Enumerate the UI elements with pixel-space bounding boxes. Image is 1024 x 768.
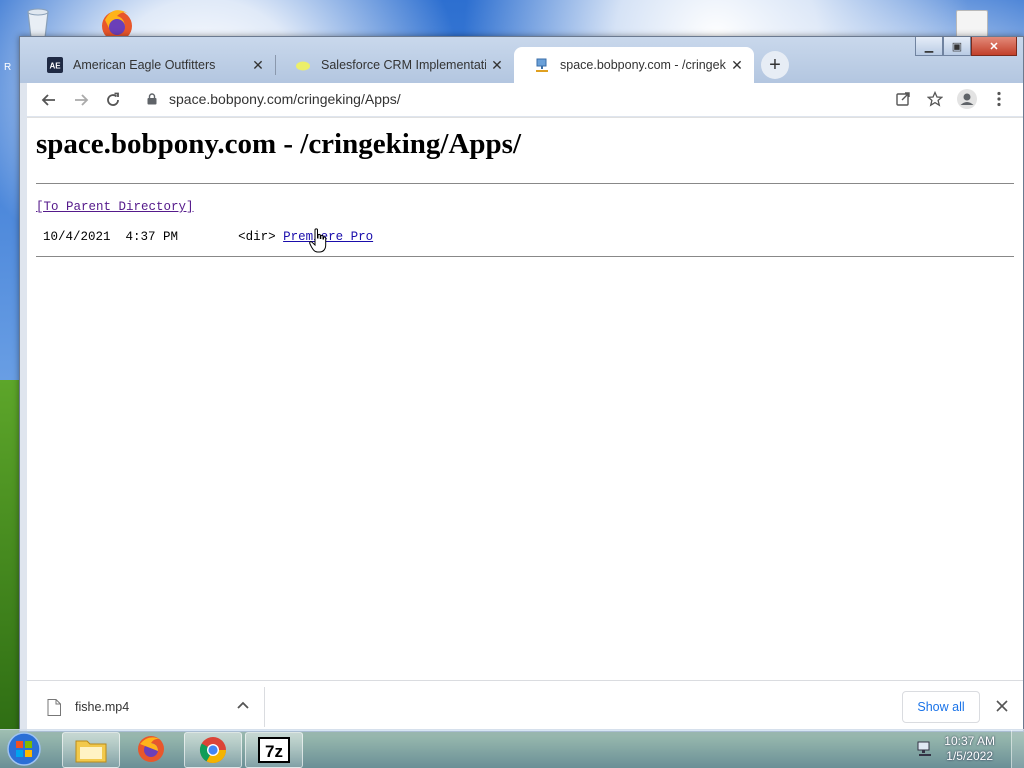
file-icon bbox=[47, 698, 61, 716]
entry-date: 10/4/2021 bbox=[43, 230, 111, 244]
seven-zip-icon: 7z bbox=[258, 737, 290, 763]
entry-time: 4:37 PM bbox=[125, 230, 179, 244]
bookmark-button[interactable] bbox=[919, 85, 951, 113]
tab-strip: AE American Eagle Outfitters ✕ Salesforc… bbox=[27, 43, 1023, 83]
share-button[interactable] bbox=[887, 85, 919, 113]
reload-button[interactable] bbox=[97, 86, 129, 114]
toolbar-actions bbox=[887, 85, 1015, 113]
tab-bobpony[interactable]: space.bobpony.com - /cringeking/Apps/ ✕ bbox=[514, 47, 754, 83]
parent-directory-link[interactable]: [To Parent Directory] bbox=[36, 200, 194, 214]
clock-time: 10:37 AM bbox=[944, 734, 995, 748]
salesforce-favicon-icon bbox=[296, 61, 310, 71]
taskbar-firefox[interactable] bbox=[123, 732, 179, 766]
svg-text:AE: AE bbox=[49, 62, 61, 71]
share-icon bbox=[896, 92, 910, 106]
close-icon bbox=[996, 700, 1008, 712]
star-icon bbox=[927, 91, 943, 107]
clock[interactable]: 10:37 AM 1/5/2022 bbox=[944, 734, 995, 764]
menu-button[interactable] bbox=[983, 85, 1015, 113]
tab-title: space.bobpony.com - /cringeking/Apps/ bbox=[560, 58, 726, 72]
new-tab-button[interactable]: + bbox=[761, 51, 789, 79]
tab-close-icon[interactable]: ✕ bbox=[486, 57, 508, 74]
hand-cursor-icon bbox=[309, 228, 327, 253]
tab-close-icon[interactable]: ✕ bbox=[726, 57, 748, 74]
profile-button[interactable] bbox=[951, 85, 983, 113]
recycle-bin-icon[interactable] bbox=[20, 6, 56, 40]
taskbar-explorer[interactable] bbox=[62, 732, 120, 768]
tab-american-eagle[interactable]: AE American Eagle Outfitters ✕ bbox=[27, 47, 275, 83]
network-icon[interactable] bbox=[916, 741, 934, 757]
american-eagle-favicon-icon: AE bbox=[47, 57, 63, 73]
entry-type: <dir> bbox=[238, 230, 276, 244]
show-desktop-button[interactable] bbox=[1011, 730, 1024, 768]
download-item[interactable]: fishe.mp4 bbox=[47, 691, 129, 723]
browser-toolbar: space.bobpony.com/cringeking/Apps/ bbox=[27, 83, 1023, 116]
network-favicon-icon bbox=[536, 58, 548, 72]
forward-button[interactable] bbox=[65, 86, 97, 114]
profile-icon bbox=[957, 89, 977, 109]
tab-title: American Eagle Outfitters bbox=[73, 58, 216, 72]
folder-icon bbox=[75, 740, 107, 763]
divider bbox=[264, 687, 265, 727]
taskbar-chrome[interactable] bbox=[184, 732, 242, 768]
close-download-bar-button[interactable] bbox=[991, 695, 1013, 717]
download-options-button[interactable] bbox=[233, 695, 253, 715]
taskbar-7zip[interactable]: 7z bbox=[245, 732, 303, 768]
clock-date: 1/5/2022 bbox=[946, 749, 993, 763]
divider bbox=[36, 256, 1014, 257]
entry-link-premiere-pro[interactable]: Premiere Pro bbox=[283, 230, 373, 244]
address-bar[interactable]: space.bobpony.com/cringeking/Apps/ bbox=[139, 85, 903, 113]
reload-icon bbox=[107, 92, 119, 106]
chrome-icon bbox=[199, 737, 227, 764]
download-filename: fishe.mp4 bbox=[75, 700, 130, 714]
system-tray: 10:37 AM 1/5/2022 bbox=[916, 730, 1024, 768]
lock-icon[interactable] bbox=[147, 93, 157, 105]
back-button[interactable] bbox=[33, 86, 65, 114]
chevron-up-icon bbox=[237, 701, 249, 709]
taskbar: 7z 10:37 AM 1/5/2022 bbox=[0, 729, 1024, 768]
forward-arrow-icon bbox=[75, 93, 89, 106]
download-bar: fishe.mp4 Show all bbox=[27, 680, 1023, 731]
divider bbox=[36, 183, 1014, 184]
start-button[interactable] bbox=[4, 731, 44, 767]
page-title: space.bobpony.com - /cringeking/Apps/ bbox=[36, 128, 522, 160]
desktop-icon-label: R bbox=[4, 62, 12, 73]
svg-text:7z: 7z bbox=[265, 742, 283, 761]
browser-window: ▁ ▣ ✕ AE American Eagle Outfitters ✕ Sal… bbox=[19, 36, 1024, 732]
tab-close-icon[interactable]: ✕ bbox=[247, 57, 269, 74]
tab-title: Salesforce CRM Implementation bbox=[321, 58, 486, 72]
show-all-downloads-button[interactable]: Show all bbox=[902, 691, 980, 723]
tab-salesforce[interactable]: Salesforce CRM Implementation ✕ bbox=[275, 47, 514, 83]
menu-dots-icon bbox=[997, 91, 1001, 107]
url-text: space.bobpony.com/cringeking/Apps/ bbox=[169, 91, 401, 107]
back-arrow-icon bbox=[41, 93, 55, 106]
firefox-icon bbox=[138, 736, 164, 762]
page-content: space.bobpony.com - /cringeking/Apps/ [T… bbox=[27, 117, 1023, 681]
